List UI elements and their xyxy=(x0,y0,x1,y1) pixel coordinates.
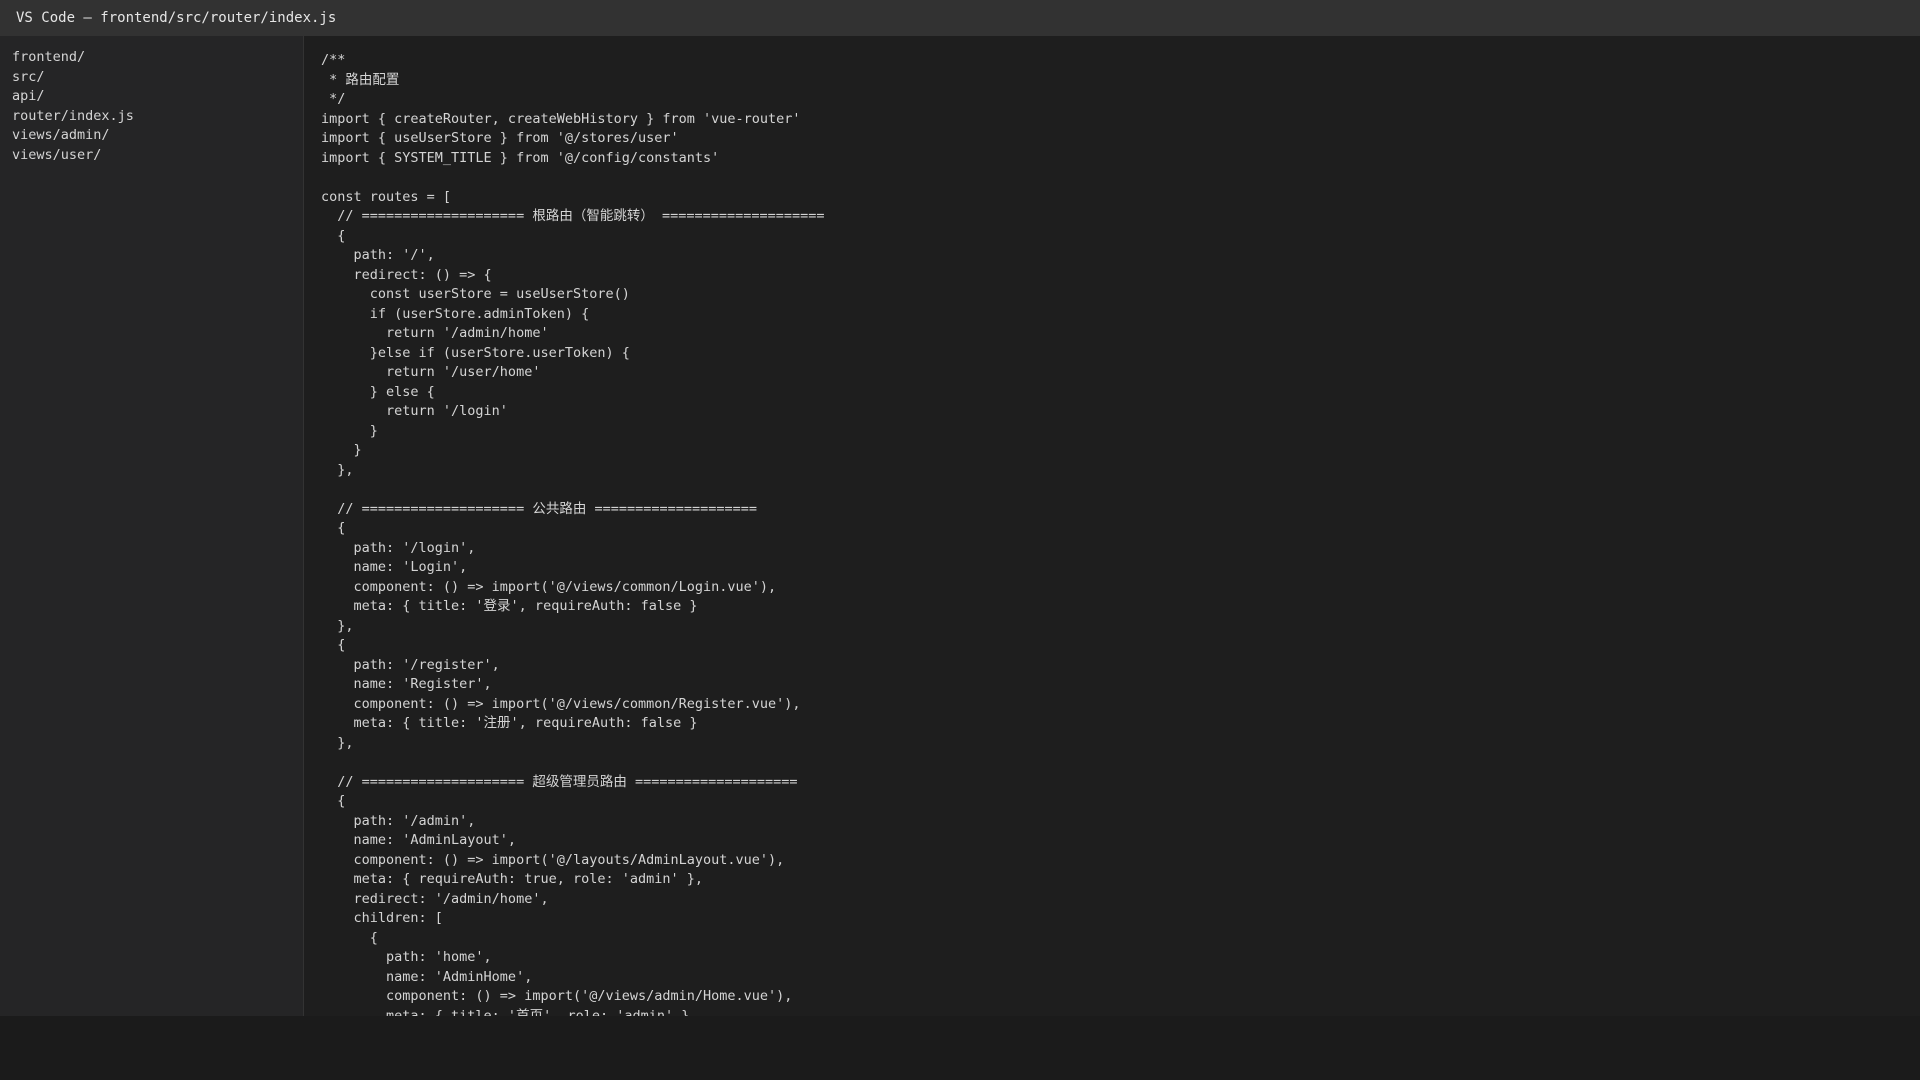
code-line: return '/user/home' xyxy=(321,364,541,380)
code-line: path: '/', xyxy=(321,247,435,263)
code-line: * 路由配置 xyxy=(321,71,400,88)
explorer-item-api[interactable]: api/ xyxy=(12,87,303,107)
code-line: meta: { requireAuth: true, role: 'admin'… xyxy=(321,871,704,887)
code-line: }, xyxy=(321,617,354,634)
code-line: component: () => import('@/views/admin/H… xyxy=(321,988,793,1004)
code-line: name: 'Register', xyxy=(321,676,492,692)
code-line: } else { xyxy=(321,383,435,400)
code-line: redirect: () => { xyxy=(321,266,492,283)
code-line: import { SYSTEM_TITLE } from '@/config/c… xyxy=(321,149,720,166)
code-line: { xyxy=(321,637,346,653)
file-explorer: frontend/ src/ api/ router/index.js view… xyxy=(0,36,304,1016)
explorer-item-frontend[interactable]: frontend/ xyxy=(12,48,303,68)
code-line: meta: { title: '登录', requireAuth: false … xyxy=(321,598,698,614)
code-editor[interactable]: /** * 路由配置 */ import { createRouter, crea… xyxy=(305,36,1920,1016)
explorer-item-router-index[interactable]: router/index.js xyxy=(12,107,303,127)
code-line: */ xyxy=(321,91,346,107)
code-line: redirect: '/admin/home', xyxy=(321,890,549,907)
vscode-window: VS Code — frontend/src/router/index.js f… xyxy=(0,0,1920,1080)
explorer-item-views-user[interactable]: views/user/ xyxy=(12,146,303,166)
code-line: path: 'home', xyxy=(321,949,492,965)
code-line: // ==================== 根路由（智能跳转） ======… xyxy=(321,208,825,224)
code-line: { xyxy=(321,227,346,244)
code-line: import { createRouter, createWebHistory … xyxy=(321,110,801,127)
code-line: } xyxy=(321,442,362,458)
code-line: }, xyxy=(321,461,354,478)
code-line: children: [ xyxy=(321,910,443,926)
code-line: const userStore = useUserStore() xyxy=(321,286,630,302)
code-line: const routes = [ xyxy=(321,188,452,205)
code-line: component: () => import('@/views/common/… xyxy=(321,578,777,595)
code-line: name: 'AdminLayout', xyxy=(321,832,517,848)
bottom-panel xyxy=(0,1016,1920,1080)
code-line: { xyxy=(321,793,346,809)
code-line: }, xyxy=(321,734,354,751)
code-line: if (userStore.adminToken) { xyxy=(321,305,590,322)
code-line: path: '/admin', xyxy=(321,812,476,829)
code-line: import { useUserStore } from '@/stores/u… xyxy=(321,130,679,146)
code-content: /** * 路由配置 */ import { createRouter, crea… xyxy=(321,51,825,1016)
code-line: // ==================== 超级管理员路由 ========… xyxy=(321,773,798,790)
code-line: } xyxy=(321,422,378,439)
title-bar: VS Code — frontend/src/router/index.js xyxy=(0,0,1920,36)
code-line: name: 'AdminHome', xyxy=(321,968,533,985)
code-line: { xyxy=(321,929,378,946)
code-line: }else if (userStore.userToken) { xyxy=(321,344,630,361)
code-line: return '/login' xyxy=(321,403,508,419)
code-line: meta: { title: '首页', role: 'admin' } xyxy=(321,1007,690,1017)
code-line: return '/admin/home' xyxy=(321,325,549,341)
code-line: component: () => import('@/views/common/… xyxy=(321,695,801,712)
code-line: component: () => import('@/layouts/Admin… xyxy=(321,851,785,868)
code-line: // ==================== 公共路由 ===========… xyxy=(321,500,758,517)
code-line: name: 'Login', xyxy=(321,559,468,575)
code-line: path: '/login', xyxy=(321,539,476,556)
explorer-item-src[interactable]: src/ xyxy=(12,68,303,88)
code-line: meta: { title: '注册', requireAuth: false … xyxy=(321,715,698,731)
code-line: /** xyxy=(321,52,346,68)
code-line: path: '/register', xyxy=(321,656,500,673)
explorer-item-views-admin[interactable]: views/admin/ xyxy=(12,126,303,146)
window-title: VS Code — frontend/src/router/index.js xyxy=(16,10,337,26)
code-line: { xyxy=(321,520,346,536)
